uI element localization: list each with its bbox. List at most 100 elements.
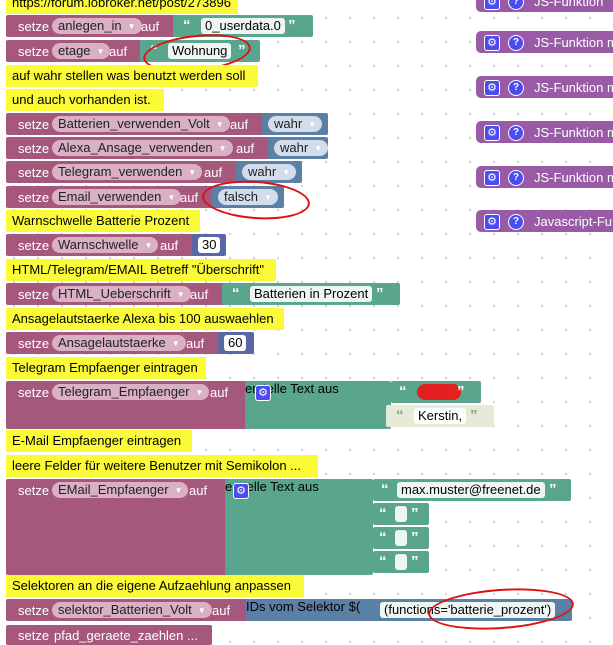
boolean-dropdown[interactable]: wahr ▼	[242, 164, 297, 180]
set-pfad-block[interactable]: setze pfad_geraete_zaehlen ...	[6, 625, 212, 645]
comment-subject[interactable]: HTML/Telegram/EMAIL Betreff "Überschrift…	[6, 259, 276, 281]
gear-icon[interactable]: ⚙	[484, 35, 500, 51]
gear-icon[interactable]: ⚙	[484, 80, 500, 96]
set-email-empfaenger-block[interactable]: setze EMail_Empfaenger ▼ auf	[6, 479, 238, 575]
help-icon[interactable]: ?	[508, 35, 524, 51]
set-alexa-block[interactable]: setze Alexa_Ansage_verwenden ▼ auf	[6, 137, 280, 159]
set-html-ueberschrift-block[interactable]: setze HTML_Ueberschrift ▼ auf	[6, 283, 246, 305]
empty-text-block[interactable]: “ ”	[373, 527, 429, 549]
empty-text-field[interactable]	[395, 530, 407, 546]
variable-dropdown[interactable]: anlegen_in ▼	[52, 18, 142, 34]
help-icon[interactable]: ?	[508, 170, 524, 186]
variable-dropdown[interactable]: EMail_Empfaenger ▼	[52, 482, 189, 498]
text-field[interactable]: Batterien in Prozent	[250, 286, 373, 302]
set-ansagelautstaerke-block[interactable]: setze Ansagelautstaerke ▼ auf	[6, 332, 236, 354]
variable-dropdown[interactable]: Ansagelautstaerke ▼	[52, 335, 186, 351]
gear-icon[interactable]: ⚙	[233, 483, 249, 499]
empty-text-block[interactable]: “ ”	[373, 503, 429, 525]
gear-icon[interactable]: ⚙	[484, 0, 500, 10]
quote-open: “	[379, 553, 386, 570]
text-block[interactable]: “ max.muster@freenet.de ”	[373, 479, 571, 501]
js-function-block[interactable]: ⚙ ? JS-Funktion m	[476, 76, 613, 98]
comment-text: https://forum.iobroker.net/post/273896	[12, 0, 231, 10]
js-function-block[interactable]: ⚙ ? JS-Funktion m	[476, 166, 613, 188]
set-email-block[interactable]: setze Email_verwenden ▼ auf	[6, 186, 220, 208]
variable-dropdown[interactable]: Batterien_verwenden_Volt ▼	[52, 116, 230, 132]
comment-text: leere Felder für weitere Benutzer mit Se…	[12, 458, 302, 473]
text-field[interactable]: 0_userdata.0	[201, 18, 285, 34]
js-function-block[interactable]: ⚙ ? Javascript-Fu	[476, 210, 613, 232]
setze-label: setze	[18, 287, 50, 302]
comment-text: Selektoren an die eigene Aufzaehlung anp…	[12, 578, 291, 593]
number-field[interactable]: 30	[198, 237, 221, 253]
text-block[interactable]: “ 0_userdata.0 ”	[173, 15, 313, 37]
gear-icon[interactable]: ⚙	[484, 214, 500, 230]
variable-dropdown[interactable]: Email_verwenden ▼	[52, 189, 182, 205]
comment-url[interactable]: https://forum.iobroker.net/post/273896	[6, 0, 238, 14]
setze-label: setze	[18, 385, 50, 400]
text-block[interactable]: “ Batterien in Prozent ”	[222, 283, 400, 305]
empty-text-field[interactable]	[395, 506, 407, 522]
js-function-label: JS-Funktion	[534, 0, 604, 9]
variable-dropdown[interactable]: Warnschwelle ▼	[52, 237, 159, 253]
comment-empty-fields[interactable]: leere Felder für weitere Benutzer mit Se…	[6, 455, 318, 477]
help-icon[interactable]: ?	[508, 125, 524, 141]
empty-text-block[interactable]: “ ”	[373, 551, 429, 573]
text-block[interactable]: “ Kerstin, ”	[386, 405, 494, 427]
ids-selector-label: IDs vom Selektor $(	[246, 599, 361, 614]
js-function-block[interactable]: ⚙ ? JS-Funktion m	[476, 121, 613, 143]
variable-dropdown[interactable]: HTML_Ueberschrift ▼	[52, 286, 191, 302]
chevron-down-icon: ▼	[215, 120, 224, 129]
variable-dropdown[interactable]: Telegram_verwenden ▼	[52, 164, 203, 180]
set-selektor-block[interactable]: setze selektor_Batterien_Volt ▼ auf	[6, 599, 262, 621]
text-field[interactable]: max.muster@freenet.de	[397, 482, 545, 498]
help-icon[interactable]: ?	[508, 0, 524, 10]
comment-alexa-volume[interactable]: Ansagelautstaerke Alexa bis 100 auswaehl…	[6, 308, 284, 330]
comment-email-recv[interactable]: E-Mail Empfaenger eintragen	[6, 430, 192, 452]
comment-telegram-recv[interactable]: Telegram Empfaenger eintragen	[6, 357, 206, 379]
comment-true-set-2[interactable]: und auch vorhanden ist.	[6, 89, 164, 111]
redacted-text-field[interactable]	[417, 384, 461, 400]
empty-text-field[interactable]	[395, 554, 407, 570]
comment-true-set[interactable]: auf wahr stellen was benutzt werden soll	[6, 65, 258, 87]
comment-text: auf wahr stellen was benutzt werden soll	[12, 68, 246, 83]
number-block[interactable]: 30	[192, 234, 226, 256]
variable-dropdown[interactable]: Telegram_Empfaenger ▼	[52, 384, 210, 400]
variable-dropdown[interactable]: Alexa_Ansage_verwenden ▼	[52, 140, 233, 156]
help-icon[interactable]: ?	[508, 80, 524, 96]
set-warnschwelle-block[interactable]: setze Warnschwelle ▼ auf	[6, 234, 206, 256]
text-block[interactable]: “ ”	[391, 381, 481, 403]
quote-close: ”	[376, 285, 383, 302]
create-text-block[interactable]: ⚙ erstelle Text aus	[245, 381, 391, 429]
create-text-block[interactable]: ⚙ erstelle Text aus	[225, 479, 373, 575]
boolean-block[interactable]: wahr ▼	[262, 113, 328, 135]
boolean-block[interactable]: wahr ▼	[268, 137, 329, 159]
variable-dropdown[interactable]: etage ▼	[52, 43, 111, 59]
gear-icon[interactable]: ⚙	[255, 385, 271, 401]
number-block[interactable]: 60	[218, 332, 254, 354]
chevron-down-icon: ▼	[197, 606, 206, 615]
chevron-down-icon: ▼	[282, 168, 291, 177]
auf-label: auf	[186, 336, 205, 351]
help-icon[interactable]: ?	[508, 214, 524, 230]
js-function-block[interactable]: ⚙ ? JS-Funktion	[476, 0, 613, 12]
number-field[interactable]: 60	[224, 335, 247, 351]
quote-close: ”	[411, 505, 418, 522]
set-etage-block[interactable]: setze etage ▼ auf	[6, 40, 156, 62]
set-telegram-empfaenger-block[interactable]: setze Telegram_Empfaenger ▼ auf	[6, 381, 256, 429]
boolean-dropdown[interactable]: wahr ▼	[274, 140, 329, 156]
boolean-dropdown[interactable]: wahr ▼	[268, 116, 323, 132]
chevron-down-icon: ▼	[188, 168, 197, 177]
set-anlegen-in-block[interactable]: setze anlegen_in ▼ auf	[6, 15, 196, 37]
text-field[interactable]: Kerstin,	[414, 408, 467, 424]
gear-icon[interactable]: ⚙	[484, 170, 500, 186]
js-function-block[interactable]: ⚙ ? JS-Funktion m	[476, 31, 613, 53]
gear-icon[interactable]: ⚙	[484, 125, 500, 141]
auf-label: auf	[210, 385, 229, 400]
comment-selectors[interactable]: Selektoren an die eigene Aufzaehlung anp…	[6, 575, 304, 597]
setze-label: setze	[18, 483, 50, 498]
set-batterien-volt-block[interactable]: setze Batterien_verwenden_Volt ▼ auf	[6, 113, 268, 135]
comment-battery-warn[interactable]: Warnschwelle Batterie Prozent	[6, 210, 200, 232]
set-telegram-block[interactable]: setze Telegram_verwenden ▼ auf	[6, 161, 246, 183]
variable-dropdown[interactable]: selektor_Batterien_Volt ▼	[52, 602, 212, 618]
